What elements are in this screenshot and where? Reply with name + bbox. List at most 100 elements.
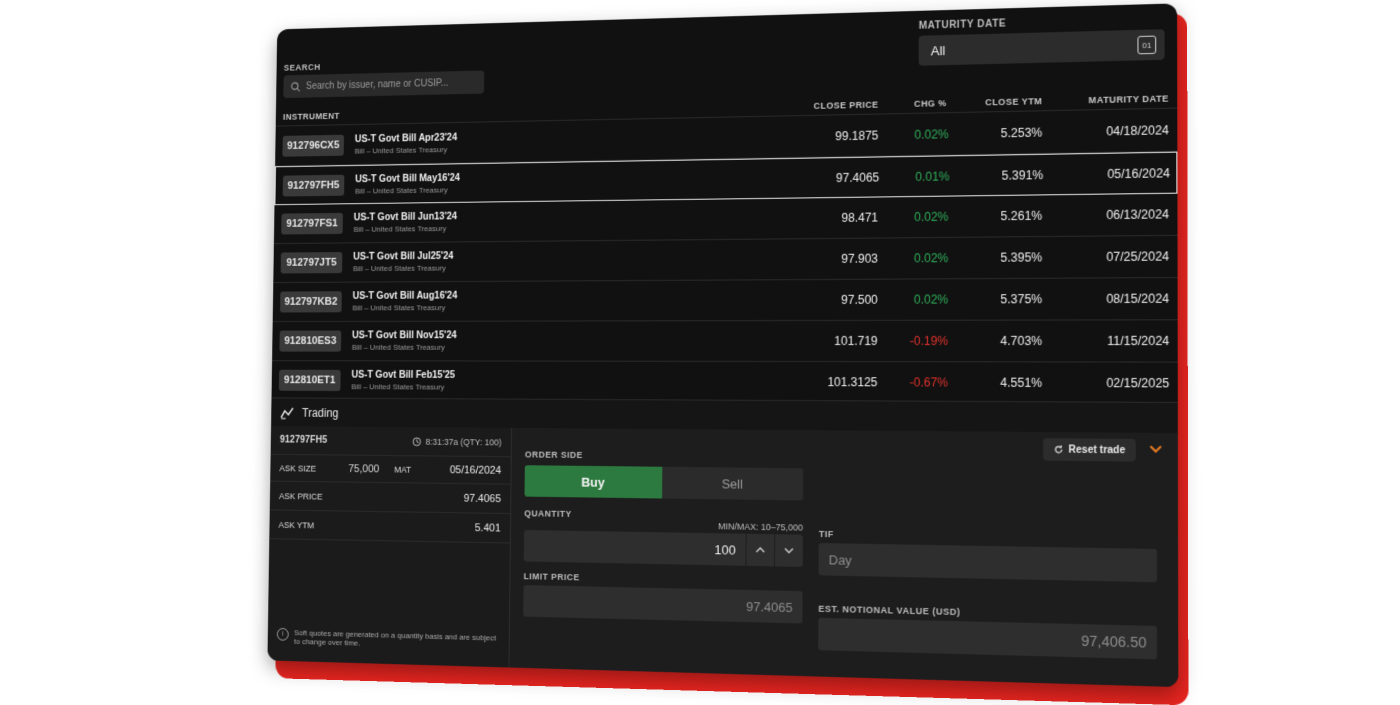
search-section: SEARCH Search by issuer, name or CUSIP..… <box>283 58 484 98</box>
close-price-cell: 97.500 <box>595 293 878 308</box>
chevron-down-icon <box>784 546 794 554</box>
maturity-select[interactable]: All 01 <box>919 29 1165 66</box>
search-icon <box>291 81 301 92</box>
close-price-cell: 98.471 <box>595 210 878 227</box>
calendar-icon[interactable]: 01 <box>1137 36 1156 55</box>
chevron-up-icon <box>755 546 765 554</box>
mat-value: 05/16/2024 <box>450 464 502 476</box>
header-close-ytm[interactable]: CLOSE YTM <box>947 96 1043 112</box>
header-chg[interactable]: CHG % <box>878 98 946 113</box>
quantity-stepper[interactable]: 100 <box>524 530 803 567</box>
close-price-cell: 101.719 <box>594 334 877 348</box>
instrument-subtitle: Bill – United States Treasury <box>354 223 596 234</box>
cusip-badge: 912797JT5 <box>281 252 343 273</box>
instrument-subtitle: Bill – United States Treasury <box>355 183 597 195</box>
chg-cell: 0.02% <box>878 127 948 142</box>
table-row[interactable]: 912797JT5 US-T Govt Bill Jul25'24Bill – U… <box>273 236 1177 283</box>
search-input[interactable]: Search by issuer, name or CUSIP... <box>283 70 484 98</box>
maturity-date-cell: 05/16/2024 <box>1043 166 1170 182</box>
maturity-date-cell: 11/15/2024 <box>1042 334 1169 348</box>
maturity-filter: MATURITY DATE All 01 <box>919 14 1165 66</box>
close-ytm-cell: 5.253% <box>949 125 1043 141</box>
instrument-cell: US-T Govt Bill Nov15'24 Bill – United Sta… <box>352 330 595 352</box>
chg-cell: -0.67% <box>877 375 948 389</box>
clock-icon <box>413 436 422 446</box>
close-price-cell: 99.1875 <box>596 129 878 148</box>
search-placeholder: Search by issuer, name or CUSIP... <box>306 78 449 92</box>
header-maturity-date[interactable]: MATURITY DATE <box>1042 93 1169 110</box>
notional-value-field: 97,406.50 <box>818 618 1157 660</box>
close-price-cell: 97.4065 <box>597 170 880 188</box>
decrement-button[interactable] <box>774 534 803 567</box>
order-entry-panel: Reset trade ORDER SIDE Buy Sell QUANTITY… <box>509 428 1178 687</box>
cusip-badge: 912796CX5 <box>282 135 344 157</box>
refresh-icon <box>1053 444 1063 454</box>
ask-ytm-value: 5.401 <box>475 522 501 534</box>
trading-app-window: SEARCH Search by issuer, name or CUSIP..… <box>267 3 1178 687</box>
close-ytm-cell: 5.375% <box>948 292 1042 307</box>
chg-cell: 0.02% <box>878 292 949 306</box>
maturity-filter-label: MATURITY DATE <box>919 14 1165 32</box>
increment-button[interactable] <box>745 534 774 567</box>
instrument-title: US-T Govt Bill Feb15'25 <box>351 370 594 381</box>
instrument-cell: US-T Govt Bill Apr23'24Bill – United Sta… <box>355 130 597 156</box>
limit-price-label: LIMIT PRICE <box>524 571 580 582</box>
maturity-date-cell: 06/13/2024 <box>1042 207 1169 223</box>
buy-button[interactable]: Buy <box>524 465 662 498</box>
instrument-subtitle: Bill – United States Treasury <box>353 263 595 273</box>
instrument-table: 912796CX5 US-T Govt Bill Apr23'24Bill – U… <box>271 110 1177 405</box>
instrument-subtitle: Bill – United States Treasury <box>351 382 594 392</box>
sell-button[interactable]: Sell <box>662 467 803 501</box>
limit-price-input[interactable]: 97.4065 <box>523 585 802 623</box>
chg-cell: 0.02% <box>878 210 948 225</box>
ask-size-row: ASK SIZE 75,000 MAT 05/16/2024 <box>270 455 511 485</box>
chg-cell: -0.19% <box>878 334 949 348</box>
close-ytm-cell: 5.261% <box>948 209 1042 224</box>
quantity-input[interactable]: 100 <box>524 538 746 557</box>
cusip-badge: 912797FS1 <box>281 213 343 235</box>
close-price-cell: 97.903 <box>595 252 878 268</box>
reset-trade-label: Reset trade <box>1068 444 1125 456</box>
trading-title: Trading <box>302 406 339 420</box>
chg-cell: 0.01% <box>879 169 949 184</box>
instrument-cell: US-T Govt Bill May16'24Bill – United Sta… <box>355 170 597 195</box>
limit-price-value: 97.4065 <box>746 598 793 614</box>
order-side-toggle: Buy Sell <box>524 465 803 500</box>
ask-size-label: ASK SIZE <box>279 463 316 473</box>
quote-timestamp: 8:31:37a (QTY: 100) <box>425 436 501 446</box>
instrument-cell: US-T Govt Bill Aug16'24Bill – United Sta… <box>352 290 594 312</box>
instrument-subtitle: Bill – United States Treasury <box>352 343 594 352</box>
reset-trade-button[interactable]: Reset trade <box>1043 438 1136 461</box>
maturity-date-cell: 07/25/2024 <box>1042 249 1169 264</box>
instrument-title: US-T Govt Bill May16'24 <box>355 170 597 184</box>
table-row[interactable]: 912797KB2US-T Govt Bill Aug16'24Bill – U… <box>273 278 1178 322</box>
maturity-date-cell: 04/18/2024 <box>1042 123 1169 140</box>
maturity-date-cell: 02/15/2025 <box>1042 376 1169 391</box>
ask-price-value: 97.4065 <box>464 492 501 504</box>
order-side-label: ORDER SIDE <box>525 450 583 460</box>
trading-chart-icon <box>280 406 295 419</box>
instrument-title: US-T Govt Bill Jul25'24 <box>353 250 595 263</box>
ask-price-label: ASK PRICE <box>279 491 323 501</box>
close-ytm-cell: 4.551% <box>948 375 1042 390</box>
instrument-title: US-T Govt Bill Nov15'24 <box>352 330 594 341</box>
ask-ytm-label: ASK YTM <box>278 520 314 530</box>
soft-quote-text: Soft quotes are generated on a quantity … <box>294 628 499 651</box>
quote-header-row: 912797FH5 8:31:37a (QTY: 100) <box>271 426 511 457</box>
instrument-title: US-T Govt Bill Jun13'24 <box>354 210 596 223</box>
collapse-chevron-icon[interactable] <box>1148 443 1163 453</box>
instrument-cell: US-T Govt Bill Feb15'25Bill – United Sta… <box>351 370 594 392</box>
close-ytm-cell: 5.395% <box>948 250 1042 265</box>
ask-price-row: ASK PRICE 97.4065 <box>270 482 511 514</box>
tif-select[interactable]: Day <box>819 543 1157 582</box>
quantity-minmax: MIN/MAX: 10–75,000 <box>703 521 803 533</box>
close-ytm-cell: 4.703% <box>948 334 1042 348</box>
ask-ytm-row: ASK YTM 5.401 <box>269 510 510 543</box>
table-row[interactable]: 912810ES3US-T Govt Bill Nov15'24Bill – U… <box>272 320 1178 362</box>
cusip-badge: 912810ET1 <box>279 370 341 391</box>
instrument-cell: US-T Govt Bill Jul25'24Bill – United Sta… <box>353 250 595 273</box>
notional-label: EST. NOTIONAL VALUE (USD) <box>818 604 960 617</box>
header-close-price[interactable]: CLOSE PRICE <box>789 100 878 116</box>
maturity-select-value: All <box>931 43 946 58</box>
info-icon: i <box>277 628 289 641</box>
